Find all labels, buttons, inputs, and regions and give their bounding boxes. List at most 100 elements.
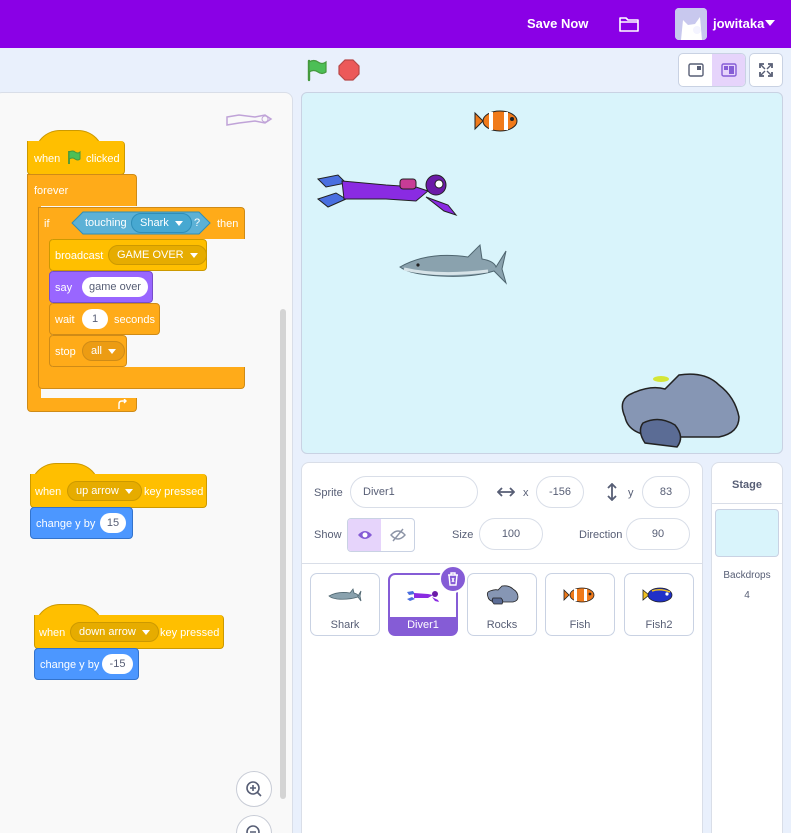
chevron-down-icon [108,348,117,354]
stop-option-dropdown[interactable]: all [82,341,126,361]
sprite-name-label: Sprite [314,487,343,499]
broadcast-message-dropdown[interactable]: GAME OVER [108,245,207,265]
x-input[interactable]: -156 [536,476,584,508]
block-label: if [44,218,50,230]
change-y-input[interactable]: -15 [102,654,133,674]
change-y-input[interactable]: 15 [100,513,126,533]
sprite-name-input[interactable]: Diver1 [350,476,478,508]
code-scrollbar[interactable] [280,309,286,799]
fullscreen-button[interactable] [749,53,783,87]
sprite-tile-label: Shark [330,619,360,631]
direction-label: Direction [579,529,623,541]
sprite-tile-fish2[interactable]: Fish2 [624,573,694,636]
vertical-arrows-icon [607,483,617,501]
loop-arrow-icon [118,399,127,409]
trash-icon [448,572,458,586]
block-label: seconds [114,314,155,326]
code-area[interactable]: when clicked forever if then touching Sh… [0,92,293,833]
sprite-tile-label: Fish2 [645,619,673,631]
normal-stage-icon [720,63,737,77]
small-stage-icon [687,63,704,77]
y-label: y [628,487,634,499]
size-label: Size [452,529,474,541]
sprite-tile-label: Fish [569,619,591,631]
stage-pane[interactable]: Stage Backdrops 4 [711,462,783,833]
sprite-tile-fish[interactable]: Fish [545,573,615,636]
backdrops-label: Backdrops [723,570,771,581]
green-flag-icon[interactable] [305,58,329,82]
if-foot [38,367,245,389]
stop-icon[interactable] [338,59,360,81]
size-input[interactable]: 100 [479,518,543,550]
normal-stage-button[interactable] [712,54,745,86]
sprite-tile-label: Diver1 [407,619,439,631]
visibility-toggle [347,518,415,552]
save-now-button[interactable]: Save Now [527,16,588,31]
delete-sprite-button[interactable] [439,565,467,593]
chevron-down-icon [174,220,183,226]
zoom-out-button[interactable] [236,815,272,833]
eye-slash-icon [389,528,406,542]
block-label: key pressed [144,486,204,498]
diver-sprite-ghost-icon [226,114,273,126]
fish-sprite[interactable] [473,107,521,135]
folder-icon[interactable] [619,15,639,32]
chevron-down-icon [124,488,133,494]
fish2-thumbnail [635,582,683,608]
stage-canvas[interactable] [301,92,783,454]
block-label: clicked [86,153,120,165]
touching-target-dropdown[interactable]: Shark [131,213,192,233]
block-label: when [39,627,66,639]
block-label: touching [85,217,127,229]
stage-title: Stage [732,479,762,491]
dropdown-value: Shark [140,217,169,229]
eye-icon [357,531,372,539]
direction-input[interactable]: 90 [626,518,690,550]
chevron-down-icon[interactable] [765,20,775,26]
y-input[interactable]: 83 [642,476,690,508]
block-label: change y by [40,659,100,671]
stage-size-toggle [678,53,746,87]
sprite-tile-shark[interactable]: Shark [310,573,380,636]
block-label: ? [194,217,201,229]
divider [712,503,782,504]
block-label: say [55,282,73,294]
zoom-in-button[interactable] [236,771,272,807]
sprite-tile-label: Rocks [486,619,518,631]
block-label: wait [55,314,75,326]
zoom-in-icon [246,781,262,797]
block-label: then [217,218,239,230]
shark-sprite[interactable] [398,243,508,285]
show-button[interactable] [348,519,381,551]
stage-thumbnail[interactable] [715,509,779,557]
backdrops-count: 4 [744,590,750,601]
zoom-out-icon [246,825,260,833]
rocks-sprite[interactable] [615,371,741,449]
say-text-input[interactable]: game over [82,277,148,297]
diver-sprite[interactable] [316,171,462,221]
rocks-thumbnail [478,582,526,608]
sprite-tile-rocks[interactable]: Rocks [467,573,537,636]
hide-button[interactable] [381,519,414,551]
block-label: change y by [36,518,96,530]
username[interactable]: jowitaka [713,16,764,31]
dropdown-value: down arrow [79,626,136,638]
key-dropdown[interactable]: down arrow [70,622,159,642]
block-label: when [34,153,61,165]
diver-thumbnail [399,583,447,609]
avatar[interactable] [675,8,707,40]
forever-foot [27,398,137,412]
small-stage-button[interactable] [679,54,712,86]
sprite-pane: Sprite Diver1 x -156 y 83 Show Size 100 … [301,462,703,833]
when-flag-clicked-block[interactable]: when clicked [27,141,125,175]
green-flag-icon [68,150,81,164]
block-label: stop [55,346,76,358]
dropdown-value: GAME OVER [117,249,184,261]
fullscreen-icon [759,63,773,77]
block-label: forever [34,185,69,197]
forever-block[interactable]: forever [27,174,137,206]
wait-seconds-input[interactable]: 1 [82,309,108,329]
block-label: broadcast [55,250,104,262]
x-label: x [523,487,529,499]
key-dropdown[interactable]: up arrow [67,481,142,501]
